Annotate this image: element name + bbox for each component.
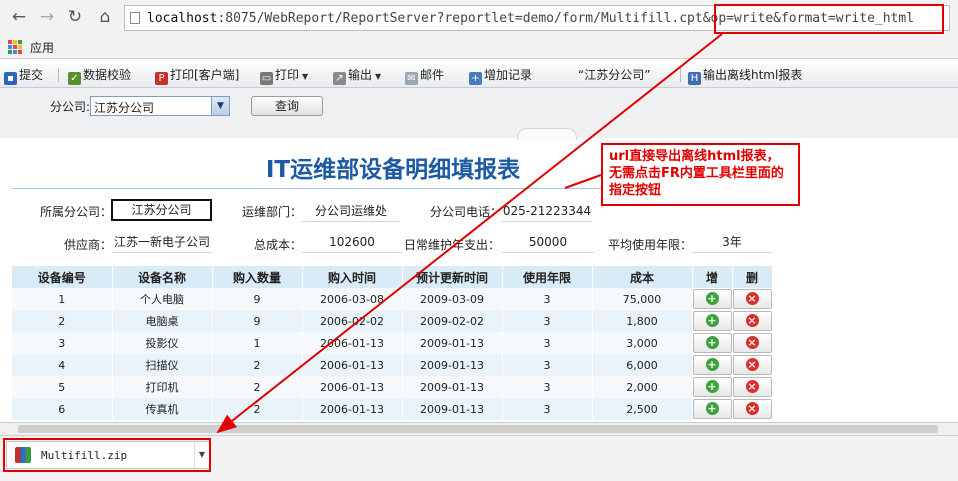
annotation-arrows [216,33,723,434]
arrow-url-to-download [216,33,723,434]
arrow-callout-pointer [564,174,602,189]
